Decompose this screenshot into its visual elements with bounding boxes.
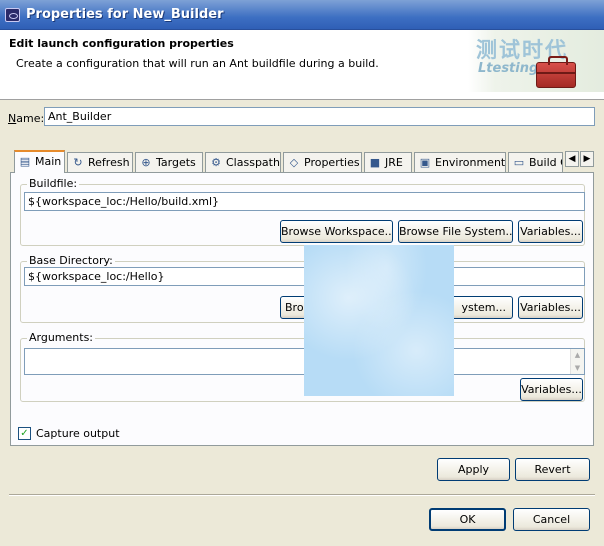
revert-button[interactable]: Revert [515, 458, 590, 481]
capture-output-checkbox[interactable]: ✓ [18, 427, 31, 440]
capture-output-label: Capture output [36, 427, 120, 440]
base-directory-variables-button[interactable]: Variables... [518, 296, 583, 319]
scroll-down-arrow-icon[interactable]: ▼ [571, 362, 584, 374]
buildfile-label: Buildfile: [27, 177, 80, 190]
checkmark-icon: ✓ [20, 428, 29, 439]
tab-scroll-left-button[interactable]: ◀ [565, 151, 579, 167]
header-message: Create a configuration that will run an … [16, 57, 379, 70]
chevron-right-icon: ▶ [583, 154, 591, 164]
buildfile-variables-button[interactable]: Variables... [518, 220, 583, 243]
arguments-label: Arguments: [27, 331, 96, 344]
chevron-left-icon: ◀ [568, 154, 576, 164]
tab-label: Main [35, 155, 62, 168]
build-options-icon: ▭ [513, 156, 525, 169]
base-directory-group: Base Directory: Brows ystem... Variables… [20, 254, 585, 323]
tab-strip: ▤ Main ↻ Refresh ⊕ Targets ⚙ Classpath ◇ Prop… [14, 150, 580, 173]
buildfile-browse-workspace-button[interactable]: Browse Workspace... [280, 220, 393, 243]
tab-label: JRE [385, 156, 403, 169]
tab-label: Classpath [226, 156, 280, 169]
environment-icon: ▣ [419, 156, 431, 169]
sky-image-overlay [304, 245, 454, 396]
tab-environment[interactable]: ▣ Environment [414, 152, 506, 172]
classpath-icon: ⚙ [211, 156, 221, 169]
tab-main[interactable]: ▤ Main [14, 150, 65, 173]
arguments-scrollbar[interactable]: ▲ ▼ [570, 349, 584, 374]
ok-button[interactable]: OK [429, 508, 506, 531]
apply-button[interactable]: Apply [437, 458, 510, 481]
buildfile-input[interactable] [24, 192, 585, 211]
dialog-header: Edit launch configuration properties Cre… [0, 30, 604, 100]
main-tab-panel: Buildfile: Browse Workspace... Browse Fi… [10, 172, 594, 446]
tab-build-options[interactable]: ▭ Build O [508, 152, 563, 172]
tab-classpath[interactable]: ⚙ Classpath [205, 152, 281, 172]
tab-targets[interactable]: ⊕ Targets [135, 152, 203, 172]
tab-scroll-right-button[interactable]: ▶ [580, 151, 594, 167]
main-tab-icon: ▤ [19, 155, 31, 168]
tab-properties[interactable]: ◇ Properties [283, 152, 362, 172]
scroll-up-arrow-icon[interactable]: ▲ [571, 349, 584, 361]
header-title: Edit launch configuration properties [9, 37, 234, 50]
refresh-icon: ↻ [73, 156, 83, 169]
eclipse-app-icon [5, 8, 20, 22]
dialog-separator [9, 494, 595, 496]
window-title: Properties for New_Builder [26, 7, 224, 22]
tab-label: Properties [304, 156, 360, 169]
tab-label: Refresh [88, 156, 130, 169]
tab-label: Environment [435, 156, 506, 169]
toolbox-icon [536, 56, 576, 88]
title-bar[interactable]: Properties for New_Builder [0, 0, 604, 30]
name-label: Name: [8, 112, 45, 125]
tab-refresh[interactable]: ↻ Refresh [67, 152, 133, 172]
jre-icon: ■ [369, 156, 381, 169]
cancel-button[interactable]: Cancel [513, 508, 590, 531]
buildfile-browse-file-system-button[interactable]: Browse File System... [398, 220, 513, 243]
tab-label: Targets [156, 156, 196, 169]
name-input[interactable] [44, 107, 595, 126]
arguments-group: Arguments: ▲ ▼ Variables... [20, 331, 585, 402]
buildfile-group: Buildfile: Browse Workspace... Browse Fi… [20, 177, 585, 246]
base-directory-label: Base Directory: [27, 254, 115, 267]
tab-label: Build O [529, 156, 562, 169]
tab-jre[interactable]: ■ JRE [364, 152, 412, 172]
arguments-variables-button[interactable]: Variables... [520, 378, 583, 401]
properties-icon: ◇ [289, 156, 299, 169]
targets-icon: ⊕ [141, 156, 151, 169]
